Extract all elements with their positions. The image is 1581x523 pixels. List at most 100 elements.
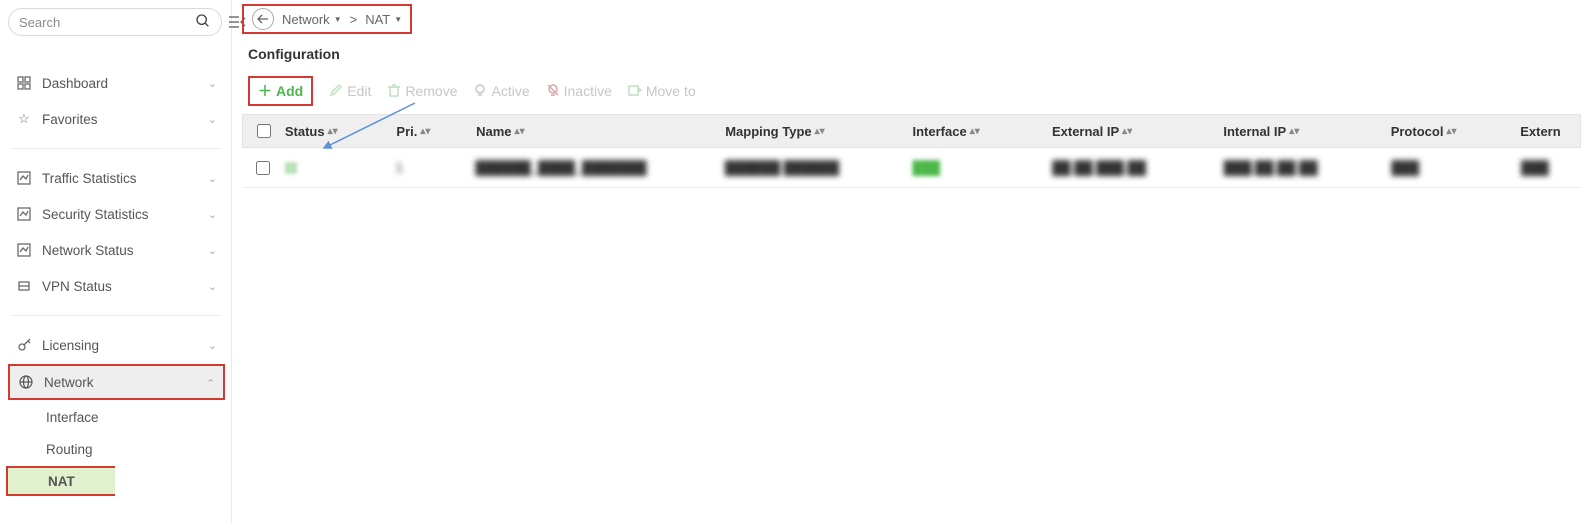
- plus-icon: ＋: [258, 81, 272, 101]
- sidebar-subitem-routing[interactable]: Routing: [8, 434, 225, 464]
- sidebar-item-favorites[interactable]: ☆ Favorites ⌄: [8, 102, 225, 136]
- breadcrumb-nat[interactable]: NAT ▼: [365, 12, 402, 27]
- remove-button[interactable]: Remove: [387, 83, 457, 100]
- sidebar: Dashboard ⌄ ☆ Favorites ⌄ Traffic Statis…: [0, 0, 232, 523]
- toolbar-label: Edit: [347, 83, 371, 99]
- caret-down-icon: ▼: [334, 15, 342, 24]
- th-status[interactable]: Status▴▾: [285, 124, 397, 139]
- sidebar-item-label: VPN Status: [42, 279, 198, 294]
- th-external-port[interactable]: Extern: [1520, 124, 1580, 139]
- toolbar-label: Inactive: [564, 83, 612, 99]
- sidebar-subitem-label: NAT: [48, 474, 75, 489]
- inactive-button[interactable]: Inactive: [546, 83, 612, 100]
- chevron-down-icon: ⌄: [208, 244, 217, 257]
- sort-icon: ▴▾: [970, 126, 980, 137]
- th-protocol[interactable]: Protocol▴▾: [1391, 124, 1521, 139]
- breadcrumb-label: Network: [282, 12, 330, 27]
- chevron-down-icon: ⌄: [208, 172, 217, 185]
- sort-icon: ▴▾: [1446, 126, 1456, 137]
- toolbar-label: Active: [491, 83, 529, 99]
- sidebar-item-label: Network Status: [42, 243, 198, 258]
- back-button[interactable]: [252, 8, 274, 30]
- add-button[interactable]: ＋ Add: [248, 76, 313, 106]
- breadcrumb: Network ▼ > NAT ▼: [242, 4, 412, 34]
- th-external-ip[interactable]: External IP▴▾: [1052, 124, 1223, 139]
- search-input[interactable]: [19, 15, 195, 30]
- cell-interface: ███: [913, 160, 941, 175]
- caret-down-icon: ▼: [394, 15, 402, 24]
- toolbar: ＋ Add Edit Remove: [248, 76, 1581, 106]
- pencil-icon: [329, 83, 343, 100]
- trash-icon: [387, 83, 401, 100]
- table-header: Status▴▾ Pri.▴▾ Name▴▾ Mapping Type▴▾ In…: [242, 114, 1581, 148]
- sort-icon: ▴▾: [1289, 126, 1299, 137]
- page-title: Configuration: [248, 46, 1581, 62]
- cell-internal-ip: ███.██.██.██: [1224, 160, 1318, 175]
- chevron-down-icon: ⌄: [208, 280, 217, 293]
- sort-icon: ▴▾: [328, 126, 338, 137]
- bulb-off-icon: [546, 83, 560, 100]
- sidebar-item-network-status[interactable]: Network Status ⌄: [8, 233, 225, 267]
- toolbar-label: Move to: [646, 83, 696, 99]
- moveto-button[interactable]: Move to: [628, 83, 696, 100]
- nat-table: Status▴▾ Pri.▴▾ Name▴▾ Mapping Type▴▾ In…: [242, 114, 1581, 188]
- vpn-icon: [16, 279, 32, 293]
- search-icon[interactable]: [195, 13, 211, 32]
- status-active-icon: [284, 161, 298, 175]
- chart-icon: [16, 243, 32, 257]
- sort-icon: ▴▾: [1122, 126, 1132, 137]
- sidebar-item-traffic-statistics[interactable]: Traffic Statistics ⌄: [8, 161, 225, 195]
- sort-icon: ▴▾: [420, 126, 430, 137]
- sort-icon: ▴▾: [515, 126, 525, 137]
- sidebar-subitem-interface[interactable]: Interface: [8, 402, 225, 432]
- th-name[interactable]: Name▴▾: [476, 124, 725, 139]
- chart-icon: [16, 171, 32, 185]
- active-button[interactable]: Active: [473, 83, 529, 100]
- main-content: Network ▼ > NAT ▼ Configuration ＋ Add: [232, 0, 1581, 523]
- toolbar-label: Remove: [405, 83, 457, 99]
- edit-button[interactable]: Edit: [329, 83, 371, 100]
- sidebar-subitem-nat[interactable]: NAT: [6, 466, 115, 496]
- th-interface[interactable]: Interface▴▾: [912, 124, 1051, 139]
- sidebar-item-licensing[interactable]: Licensing ⌄: [8, 328, 225, 362]
- breadcrumb-label: NAT: [365, 12, 390, 27]
- cell-pri: 1: [396, 160, 403, 175]
- chevron-down-icon: ⌄: [208, 113, 217, 126]
- sidebar-item-label: Licensing: [42, 338, 198, 353]
- breadcrumb-network[interactable]: Network ▼: [282, 12, 342, 27]
- select-all-checkbox[interactable]: [257, 124, 271, 138]
- cell-protocol: ███: [1391, 160, 1419, 175]
- th-pri[interactable]: Pri.▴▾: [396, 124, 476, 139]
- sidebar-item-network[interactable]: Network ⌄: [8, 364, 225, 400]
- chart-icon: [16, 207, 32, 221]
- table-row[interactable]: 1 ██████_████_███████ ██████ ██████ ███ …: [242, 148, 1581, 188]
- sidebar-item-label: Security Statistics: [42, 207, 198, 222]
- bulb-icon: [473, 83, 487, 100]
- globe-icon: [18, 375, 34, 389]
- sidebar-separator: [12, 315, 221, 316]
- chevron-down-icon: ⌄: [208, 77, 217, 90]
- sidebar-item-vpn-status[interactable]: VPN Status ⌄: [8, 269, 225, 303]
- dashboard-icon: [16, 76, 32, 90]
- breadcrumb-separator: >: [350, 12, 358, 27]
- sidebar-item-dashboard[interactable]: Dashboard ⌄: [8, 66, 225, 100]
- cell-external-ip: ██.██.███.██: [1052, 160, 1146, 175]
- th-mapping-type[interactable]: Mapping Type▴▾: [725, 124, 912, 139]
- toolbar-label: Add: [276, 83, 303, 99]
- row-checkbox[interactable]: [256, 161, 270, 175]
- sidebar-item-label: Favorites: [42, 112, 198, 127]
- cell-name: ██████_████_███████: [475, 160, 646, 175]
- key-icon: [16, 338, 32, 352]
- chevron-down-icon: ⌄: [208, 339, 217, 352]
- chevron-up-icon: ⌄: [206, 376, 215, 389]
- star-icon: ☆: [16, 111, 32, 127]
- sidebar-item-label: Dashboard: [42, 76, 198, 91]
- chevron-down-icon: ⌄: [208, 208, 217, 221]
- th-internal-ip[interactable]: Internal IP▴▾: [1223, 124, 1390, 139]
- sidebar-item-security-statistics[interactable]: Security Statistics ⌄: [8, 197, 225, 231]
- cell-external-port: ███: [1521, 160, 1549, 175]
- sort-icon: ▴▾: [815, 126, 825, 137]
- moveto-icon: [628, 83, 642, 100]
- search-box[interactable]: [8, 8, 222, 36]
- sidebar-separator: [12, 148, 221, 149]
